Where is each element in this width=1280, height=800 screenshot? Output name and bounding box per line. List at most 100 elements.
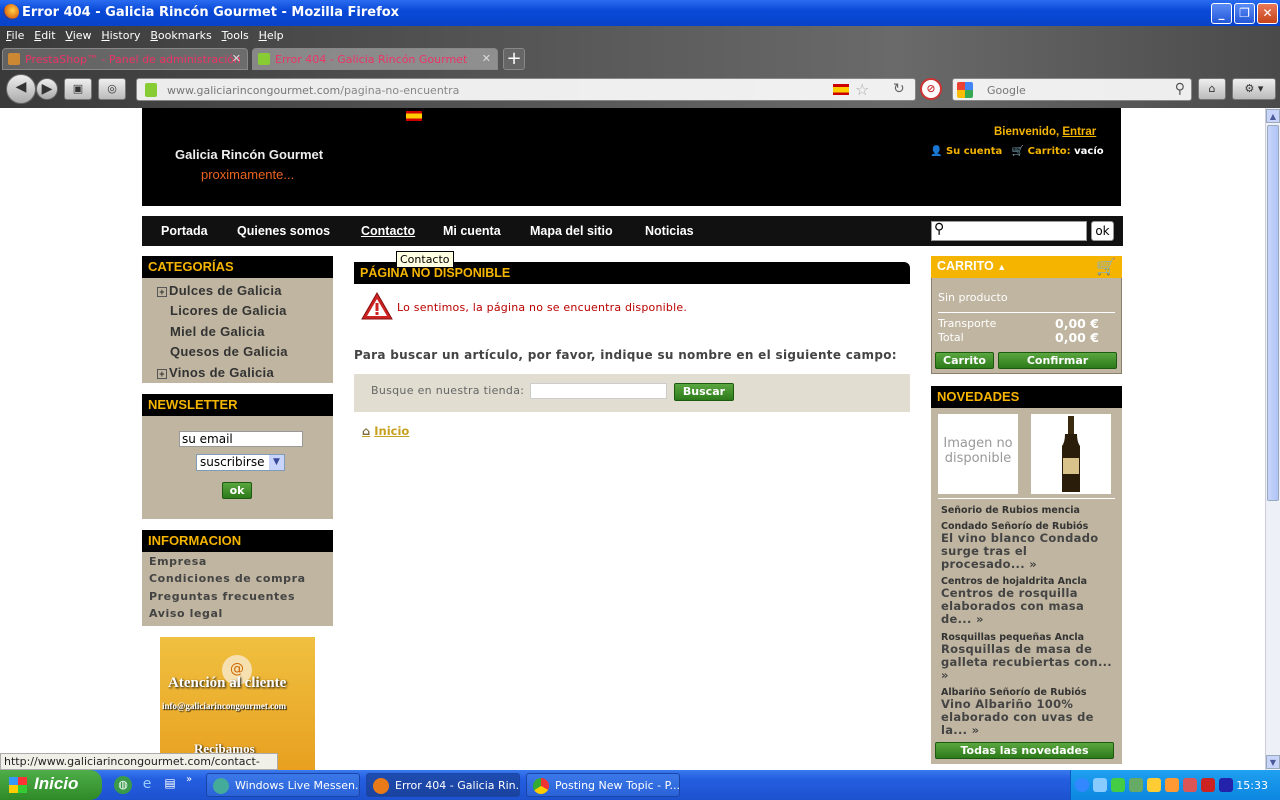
- tab-error-404[interactable]: Error 404 - Galicia Rincón Gourmet ✕: [252, 48, 498, 70]
- minimize-button[interactable]: _: [1211, 3, 1232, 24]
- home-link[interactable]: ⌂ Inicio: [362, 424, 409, 438]
- newsletter-ok-button[interactable]: ok: [222, 482, 252, 499]
- cart-title[interactable]: CARRITO ▲ 🛒: [931, 256, 1122, 278]
- newsletter-select[interactable]: suscribirse ▼: [196, 454, 285, 471]
- search-form-input[interactable]: [530, 383, 667, 399]
- search-icon[interactable]: ⚲: [1175, 81, 1185, 97]
- buscar-button[interactable]: Buscar: [674, 383, 734, 401]
- chevron-down-icon[interactable]: ▼: [269, 455, 284, 470]
- tab-close-icon[interactable]: ✕: [482, 52, 491, 65]
- menu-view[interactable]: View: [65, 29, 91, 42]
- nav-mapa-sitio[interactable]: Mapa del sitio: [530, 224, 613, 238]
- expand-icon[interactable]: +: [157, 369, 167, 379]
- tray-shield-icon[interactable]: [1147, 778, 1161, 792]
- tools-icon[interactable]: ⚙ ▾: [1232, 78, 1276, 100]
- expand-quicklaunch-icon[interactable]: »: [186, 774, 192, 785]
- quicklaunch-icon[interactable]: ◍: [114, 776, 132, 794]
- customer-service-banner[interactable]: @ Atención al cliente info@galiciarincon…: [160, 637, 315, 770]
- login-link[interactable]: Entrar: [1062, 126, 1096, 138]
- close-window-button[interactable]: ✕: [1257, 3, 1278, 24]
- tab-prestashop[interactable]: PrestaShop™ - Panel de administración ✕: [2, 48, 248, 70]
- home-link-label[interactable]: Inicio: [374, 424, 409, 438]
- restore-button[interactable]: ❐: [1234, 3, 1255, 24]
- menu-edit[interactable]: Edit: [34, 29, 55, 42]
- info-preguntas[interactable]: Preguntas frecuentes: [149, 590, 295, 603]
- site-search-ok-button[interactable]: ok: [1091, 221, 1114, 241]
- adblock-icon[interactable]: ⊘: [920, 78, 942, 100]
- new-tab-button[interactable]: +: [503, 48, 525, 70]
- search-icon: ⚲: [934, 221, 945, 237]
- tray-monitor-icon[interactable]: [1219, 778, 1233, 792]
- addon-icon[interactable]: ◎: [98, 78, 126, 100]
- category-dulces[interactable]: + Dulces de Galicia: [157, 283, 282, 298]
- tray-network-icon[interactable]: [1093, 778, 1107, 792]
- category-label[interactable]: Dulces de Galicia: [169, 283, 282, 298]
- nav-contacto[interactable]: Contacto: [361, 224, 415, 238]
- taskbar-messenger[interactable]: Windows Live Messen...: [206, 773, 360, 797]
- category-vinos[interactable]: + Vinos de Galicia: [157, 365, 274, 380]
- info-empresa[interactable]: Empresa: [149, 555, 207, 568]
- ie-icon[interactable]: e: [138, 776, 156, 794]
- nav-noticias[interactable]: Noticias: [645, 224, 694, 238]
- expand-icon[interactable]: +: [157, 287, 167, 297]
- site-search-input[interactable]: ⚲: [931, 221, 1087, 241]
- forward-button[interactable]: ▶: [36, 78, 58, 100]
- bookmark-star-icon[interactable]: ☆: [855, 80, 869, 99]
- cart-label[interactable]: Carrito:: [1028, 146, 1071, 157]
- info-condiciones[interactable]: Condiciones de compra: [149, 572, 306, 585]
- info-aviso-legal[interactable]: Aviso legal: [149, 607, 223, 620]
- language-flag-icon[interactable]: [406, 111, 422, 121]
- more-arrow-icon[interactable]: »: [976, 612, 984, 626]
- scroll-down-icon[interactable]: ▼: [1266, 755, 1280, 769]
- category-miel[interactable]: Miel de Galicia: [170, 324, 265, 339]
- tray-app-icon[interactable]: [1129, 778, 1143, 792]
- more-arrow-icon[interactable]: »: [1029, 557, 1037, 571]
- menu-help[interactable]: Help: [259, 29, 284, 42]
- banner-email: info@galiciarincongourmet.com: [162, 701, 287, 711]
- site-logo-title[interactable]: Galicia Rincón Gourmet: [175, 147, 323, 162]
- taskbar-chrome[interactable]: Posting New Topic - P...: [526, 773, 680, 797]
- home-icon[interactable]: ⌂: [1198, 78, 1226, 100]
- tray-mail-icon[interactable]: [1201, 778, 1215, 792]
- start-button[interactable]: Inicio: [0, 770, 102, 800]
- cart-button[interactable]: Carrito: [935, 352, 994, 369]
- account-link[interactable]: Su cuenta: [946, 146, 1002, 157]
- no-image-placeholder[interactable]: Imagen no disponible: [938, 414, 1018, 494]
- menu-history[interactable]: History: [101, 29, 140, 42]
- google-icon[interactable]: [957, 82, 973, 98]
- scroll-up-icon[interactable]: ▲: [1266, 109, 1280, 123]
- nav-quienes-somos[interactable]: Quienes somos: [237, 224, 330, 238]
- screenshot-icon[interactable]: ▣: [64, 78, 92, 100]
- show-desktop-icon[interactable]: ▤: [161, 776, 179, 794]
- more-arrow-icon[interactable]: »: [941, 668, 949, 682]
- category-quesos[interactable]: Quesos de Galicia: [170, 344, 288, 359]
- tray-antivirus-icon[interactable]: [1183, 778, 1197, 792]
- novedad-name[interactable]: Señorio de Rubios mencia: [941, 505, 1080, 516]
- reload-icon[interactable]: ↻: [893, 81, 905, 97]
- category-licores[interactable]: Licores de Galicia: [170, 303, 287, 318]
- nav-portada[interactable]: Portada: [161, 224, 208, 238]
- menu-tools[interactable]: Tools: [222, 29, 249, 42]
- menu-file[interactable]: File: [6, 29, 24, 42]
- more-arrow-icon[interactable]: »: [972, 723, 980, 737]
- wine-bottle-image[interactable]: [1031, 414, 1111, 494]
- category-label[interactable]: Vinos de Galicia: [169, 365, 274, 380]
- scroll-thumb[interactable]: [1267, 125, 1279, 501]
- menu-bookmarks[interactable]: Bookmarks: [150, 29, 211, 42]
- cart-icon: 🛒: [1096, 259, 1116, 276]
- taskbar-label: Windows Live Messen...: [235, 779, 360, 792]
- nav-mi-cuenta[interactable]: Mi cuenta: [443, 224, 501, 238]
- taskbar-firefox[interactable]: Error 404 - Galicia Rin...: [366, 773, 520, 797]
- collapse-up-icon[interactable]: ▲: [997, 262, 1006, 272]
- warning-icon: [361, 291, 393, 320]
- tray-arrow-icon[interactable]: [1075, 778, 1089, 792]
- tray-firefox-icon[interactable]: [1165, 778, 1179, 792]
- confirm-button[interactable]: Confirmar: [998, 352, 1117, 369]
- all-novedades-button[interactable]: Todas las novedades: [935, 742, 1114, 759]
- newsletter-email-input[interactable]: su email: [179, 431, 303, 447]
- tab-close-icon[interactable]: ✕: [232, 52, 241, 65]
- url-bar[interactable]: www.galiciarincongourmet.com/pagina-no-e…: [136, 78, 916, 101]
- back-button[interactable]: ◀: [6, 74, 36, 104]
- tray-messenger-icon[interactable]: [1111, 778, 1125, 792]
- search-bar[interactable]: Google ⚲: [952, 78, 1192, 101]
